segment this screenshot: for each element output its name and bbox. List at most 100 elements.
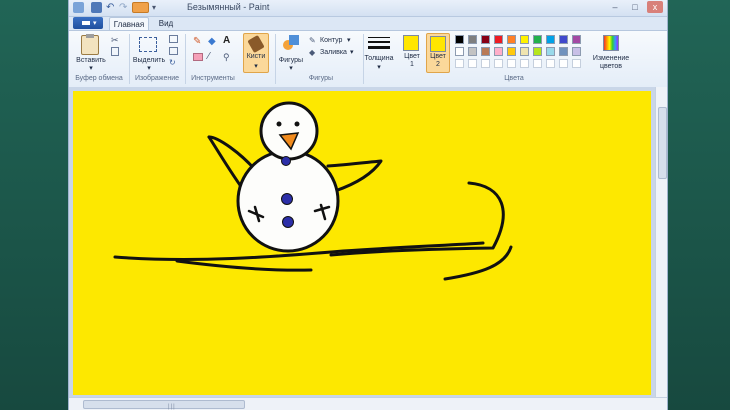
- horizontal-scrollbar[interactable]: |||: [69, 397, 667, 410]
- ski-line-4: [443, 245, 513, 281]
- resize-icon[interactable]: [169, 47, 178, 55]
- palette-swatch[interactable]: [468, 35, 477, 44]
- palette-swatch[interactable]: [507, 35, 516, 44]
- shapes-icon[interactable]: [283, 35, 299, 51]
- text-tool-icon[interactable]: A: [223, 36, 233, 46]
- palette-swatch[interactable]: [507, 47, 516, 56]
- palette-swatch[interactable]: [559, 47, 568, 56]
- fill-icon[interactable]: ◆: [309, 48, 318, 57]
- outline-icon[interactable]: ✎: [309, 36, 318, 45]
- palette-swatch[interactable]: [481, 47, 490, 56]
- palette-swatch[interactable]: [572, 59, 581, 68]
- palette-swatch[interactable]: [494, 59, 503, 68]
- palette-swatch[interactable]: [468, 47, 477, 56]
- snowman-head: [259, 101, 319, 161]
- brush-icon: [247, 34, 265, 54]
- edit-colors-label[interactable]: Изменение: [589, 55, 633, 63]
- save-icon[interactable]: [91, 2, 102, 13]
- ribbon-tabs: ▾ Главная Вид: [69, 16, 667, 31]
- paste-chevron-icon[interactable]: ▾: [73, 65, 109, 73]
- copy-icon[interactable]: [111, 47, 119, 56]
- minimize-button[interactable]: –: [607, 1, 623, 13]
- shapes-chevron-icon[interactable]: ▾: [275, 65, 307, 73]
- outline-chevron-icon[interactable]: ▾: [347, 37, 351, 45]
- vertical-scroll-thumb[interactable]: [658, 107, 667, 179]
- select-chevron-icon[interactable]: ▾: [131, 65, 167, 73]
- size-label[interactable]: Толщина: [361, 55, 397, 63]
- palette-swatch[interactable]: [455, 35, 464, 44]
- canvas-area: [69, 87, 655, 397]
- line-thin-icon: [368, 37, 390, 38]
- select-icon[interactable]: [139, 37, 157, 52]
- palette-swatch[interactable]: [507, 59, 516, 68]
- maximize-button[interactable]: □: [627, 1, 643, 13]
- palette-swatch[interactable]: [520, 59, 529, 68]
- horizontal-scroll-thumb[interactable]: |||: [83, 400, 245, 410]
- fill-bucket-icon[interactable]: ◆: [208, 37, 218, 47]
- customize-chevron-icon[interactable]: ▾: [152, 2, 163, 13]
- palette-swatch[interactable]: [520, 47, 529, 56]
- redo-icon[interactable]: ↷: [119, 2, 130, 13]
- palette-swatch[interactable]: [546, 47, 555, 56]
- color1-label: Цвет: [404, 53, 420, 60]
- ski-line-2: [175, 259, 313, 272]
- fill-chevron-icon[interactable]: ▾: [350, 49, 354, 57]
- fill-label[interactable]: Заливка: [320, 49, 347, 57]
- palette-swatch[interactable]: [533, 59, 542, 68]
- tab-view[interactable]: Вид: [153, 17, 179, 30]
- close-button[interactable]: x: [647, 1, 663, 13]
- button-3: [282, 216, 294, 228]
- color2-number: 2: [436, 61, 440, 68]
- brush-quick-icon[interactable]: [132, 2, 149, 13]
- color2-label: Цвет: [430, 53, 446, 60]
- pencil-icon[interactable]: ✎: [193, 37, 203, 47]
- palette-swatch[interactable]: [546, 35, 555, 44]
- crop-icon[interactable]: [169, 35, 178, 43]
- palette-swatch[interactable]: [455, 59, 464, 68]
- outline-label[interactable]: Контур: [320, 37, 342, 45]
- undo-icon[interactable]: ↶: [106, 2, 117, 13]
- color1-swatch: [403, 35, 419, 51]
- size-chevron-icon[interactable]: ▾: [361, 64, 397, 72]
- vertical-scrollbar[interactable]: [655, 87, 667, 397]
- scissors-icon[interactable]: ✂: [111, 35, 121, 45]
- separator: [185, 34, 186, 84]
- eraser-icon[interactable]: [193, 53, 203, 61]
- color2-swatch: [430, 36, 446, 52]
- paint-app-icon: [73, 2, 84, 13]
- paste-button-label[interactable]: Вставить: [73, 57, 109, 65]
- tab-home[interactable]: Главная: [109, 17, 149, 31]
- palette-swatch[interactable]: [533, 47, 542, 56]
- paint-window: ↶ ↷ ▾ Безымянный - Paint – □ x ▾ Главная…: [68, 0, 668, 410]
- edit-colors-icon[interactable]: [603, 35, 619, 51]
- shapes-label[interactable]: Фигуры: [275, 57, 307, 65]
- palette-swatch[interactable]: [494, 35, 503, 44]
- edit-colors-label-2[interactable]: цветов: [589, 63, 633, 71]
- palette-swatch[interactable]: [559, 35, 568, 44]
- palette-swatch[interactable]: [494, 47, 503, 56]
- palette-swatch[interactable]: [468, 59, 477, 68]
- palette-swatch[interactable]: [520, 35, 529, 44]
- magnifier-icon[interactable]: ⚲: [223, 52, 233, 62]
- paste-icon[interactable]: [81, 34, 99, 55]
- palette-swatch[interactable]: [572, 47, 581, 56]
- menu-bar-icon: [82, 21, 90, 25]
- palette-swatch[interactable]: [559, 59, 568, 68]
- palette-swatch[interactable]: [546, 59, 555, 68]
- eye-left: [276, 121, 282, 127]
- palette-swatch[interactable]: [481, 35, 490, 44]
- color-picker-icon[interactable]: ⁄: [208, 52, 218, 62]
- window-title: Безымянный - Paint: [187, 2, 270, 12]
- rotate-icon[interactable]: ↻: [169, 59, 178, 67]
- palette-swatch[interactable]: [455, 47, 464, 56]
- line-medium-icon: [368, 41, 390, 43]
- brushes-chevron-icon: ▾: [254, 63, 258, 70]
- palette-swatch[interactable]: [533, 35, 542, 44]
- button-2: [281, 193, 293, 205]
- drawing-canvas[interactable]: [73, 91, 651, 395]
- app-menu-button[interactable]: ▾: [73, 17, 103, 29]
- palette-swatch[interactable]: [572, 35, 581, 44]
- snowman-drawing: [113, 101, 513, 281]
- palette-swatch[interactable]: [481, 59, 490, 68]
- select-button-label[interactable]: Выделить: [131, 57, 167, 65]
